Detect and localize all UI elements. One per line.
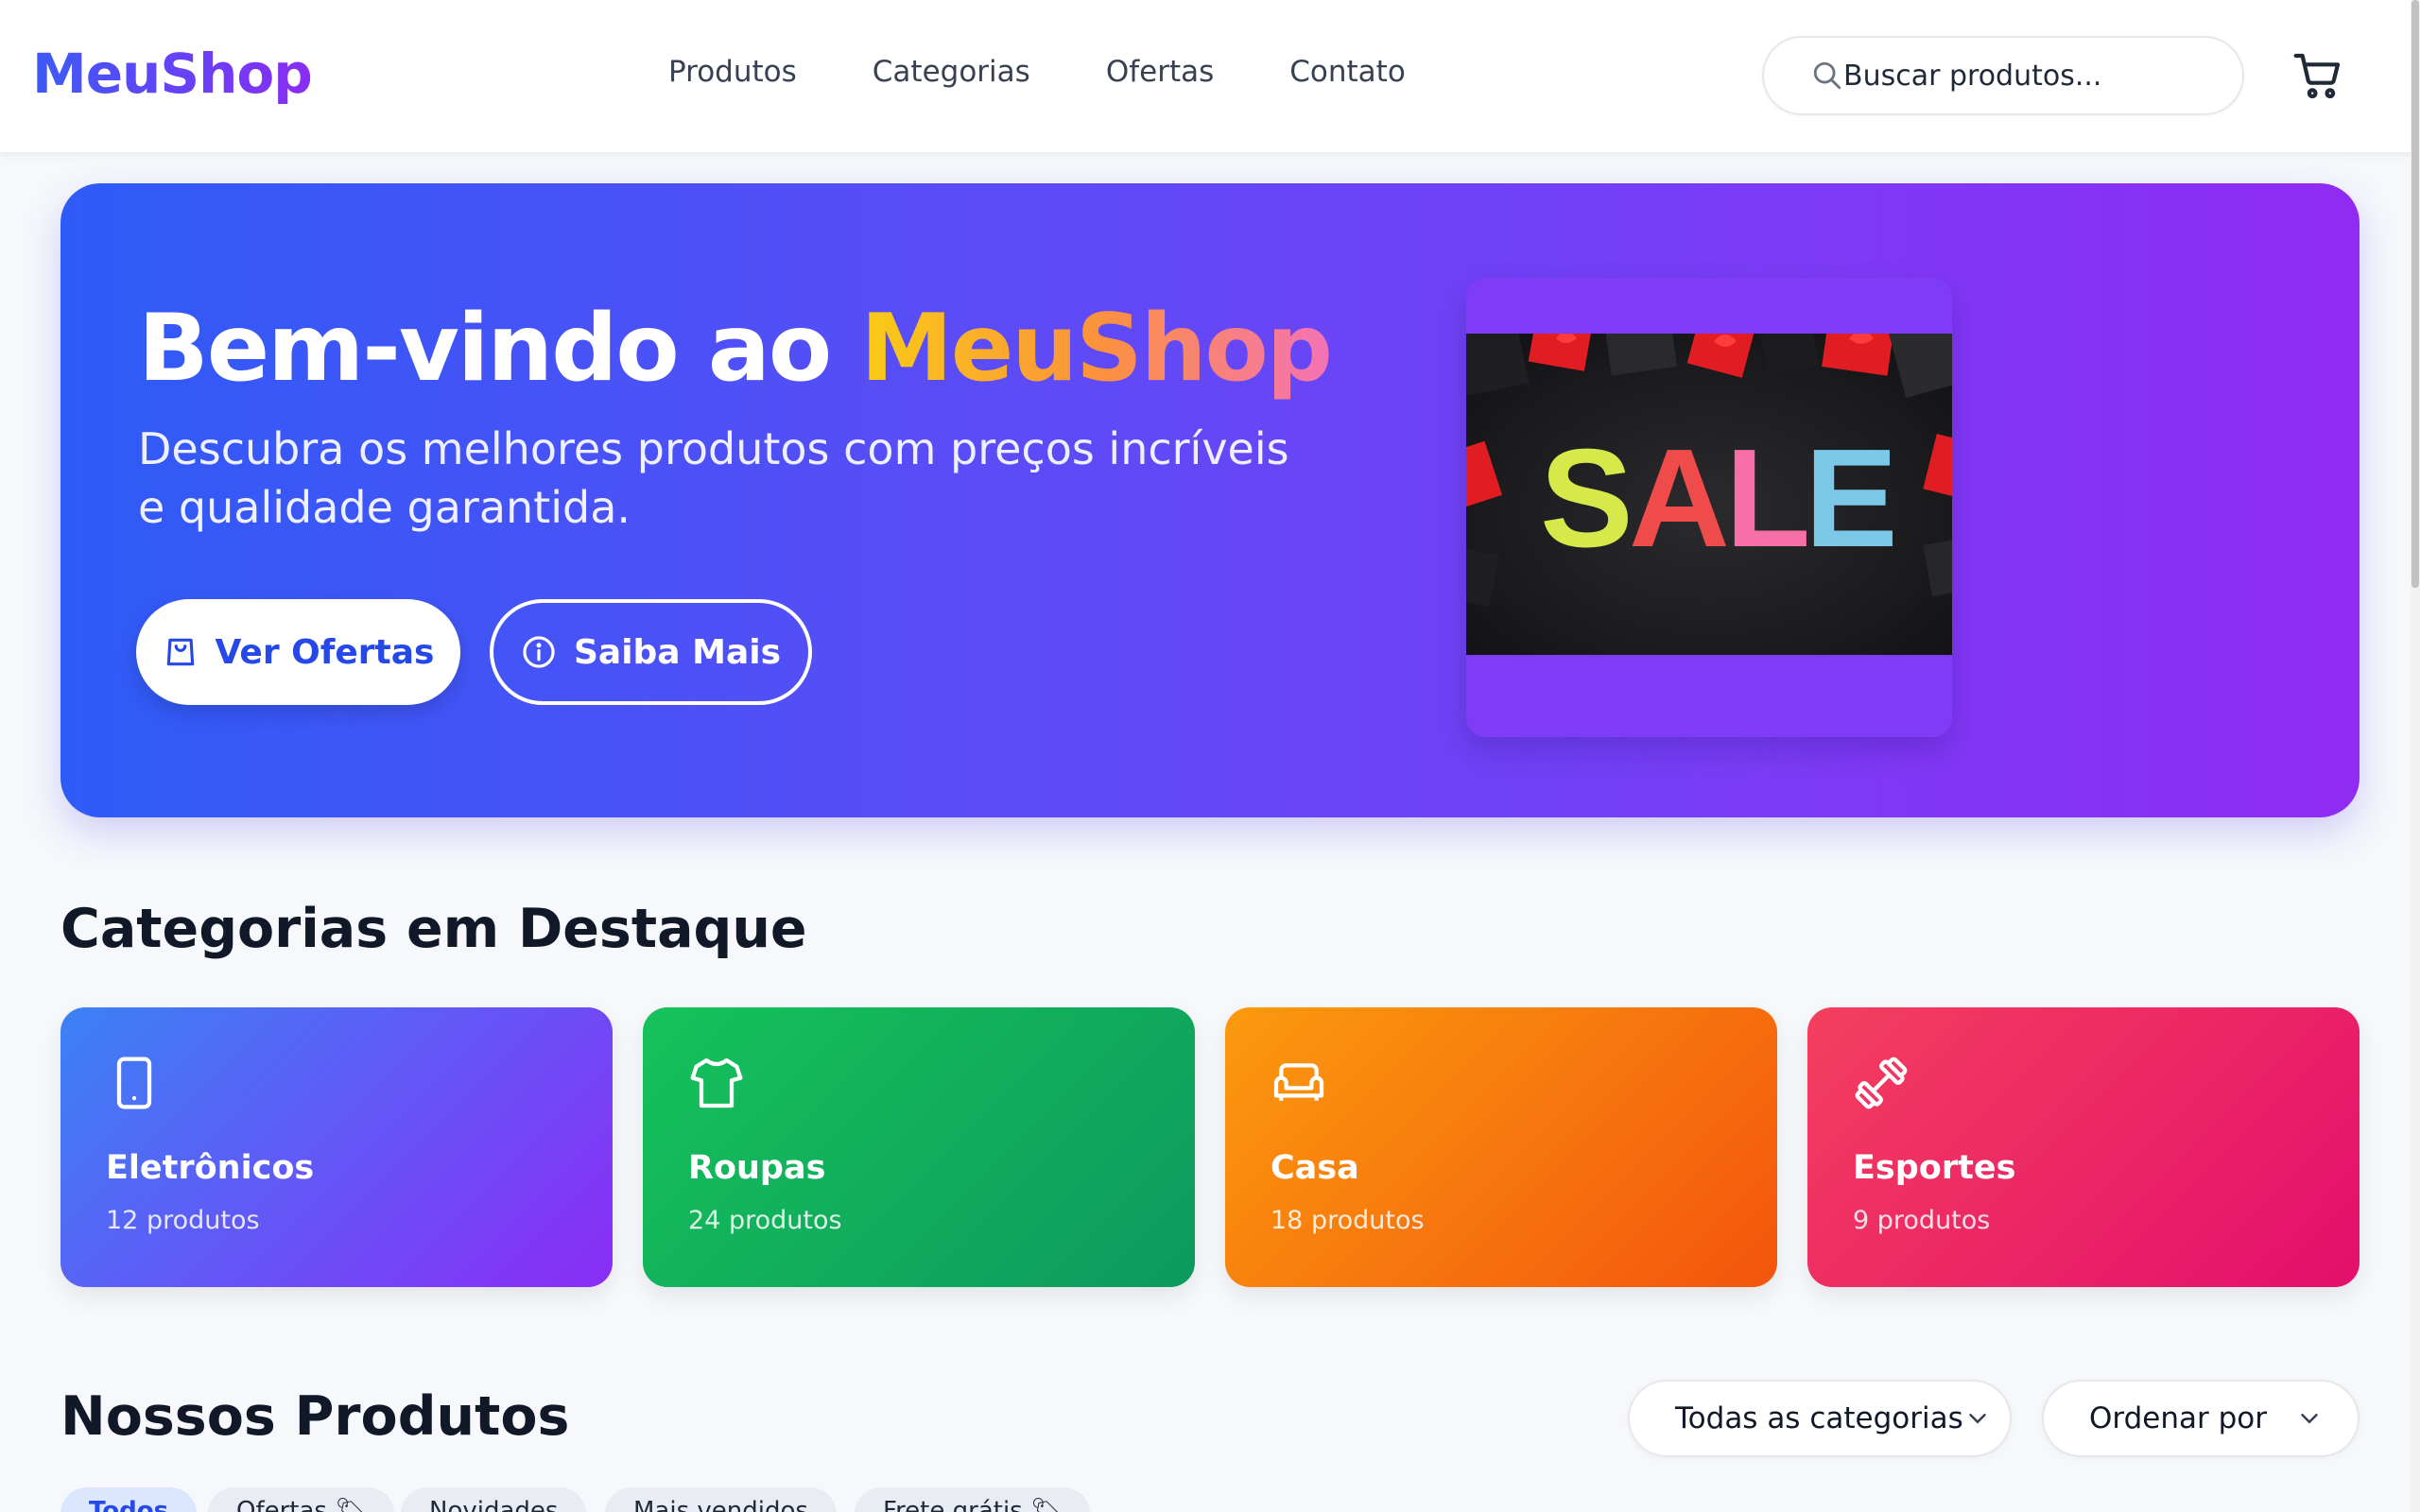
ver-ofertas-label: Ver Ofertas <box>215 632 435 672</box>
nav-contato[interactable]: Contato <box>1289 55 1406 89</box>
info-icon <box>523 636 555 668</box>
saiba-mais-label: Saiba Mais <box>573 632 782 672</box>
sofa-icon <box>1273 1063 1324 1101</box>
category-count: 24 produtos <box>688 1206 842 1235</box>
hero-subtitle: Descubra os melhores produtos com preços… <box>138 423 1289 533</box>
category-select-value: Todas as categorias <box>1675 1401 1963 1435</box>
shirt-icon <box>690 1057 743 1108</box>
chevron-down-icon <box>1968 1414 1986 1424</box>
dumbbell-icon <box>1855 1057 1908 1109</box>
svg-text:L: L <box>1725 421 1810 576</box>
site-header: MeuShop Produtos Categorias Ofertas Cont… <box>0 0 2420 152</box>
nav-ofertas[interactable]: Ofertas <box>1106 55 1214 89</box>
category-card-roupas[interactable]: Roupas 24 produtos <box>643 1007 1195 1287</box>
svg-text:E: E <box>1805 421 1898 576</box>
category-name: Casa <box>1270 1149 1359 1187</box>
category-name: Eletrônicos <box>106 1149 315 1187</box>
category-count: 9 produtos <box>1853 1206 1991 1235</box>
category-count: 18 produtos <box>1270 1206 1425 1235</box>
svg-text:A: A <box>1629 421 1730 576</box>
category-select[interactable]: Todas as categorias <box>1628 1380 2012 1457</box>
saiba-mais-button[interactable]: Saiba Mais <box>490 599 812 705</box>
hero-image-card: S A L E <box>1466 278 1952 737</box>
category-card-esportes[interactable]: Esportes 9 produtos <box>1807 1007 2360 1287</box>
chevron-down-icon <box>2301 1414 2318 1424</box>
ver-ofertas-button[interactable]: Ver Ofertas <box>136 599 460 705</box>
search-box <box>1762 36 2244 115</box>
sort-select-value: Ordenar por <box>2089 1401 2267 1435</box>
search-input[interactable] <box>1843 59 2221 93</box>
logo[interactable]: MeuShop <box>32 42 313 106</box>
main-nav: Produtos Categorias Ofertas Contato <box>668 55 1406 89</box>
scrollbar-thumb[interactable] <box>2411 0 2419 588</box>
filter-chip-frete-gratis[interactable]: Frete grátis 🏷 <box>855 1487 1090 1512</box>
category-name: Esportes <box>1853 1149 2016 1187</box>
filter-chip-mais-vendidos[interactable]: Mais vendidos <box>605 1487 837 1512</box>
category-card-eletronicos[interactable]: Eletrônicos 12 produtos <box>60 1007 613 1287</box>
smartphone-icon <box>116 1057 152 1109</box>
shopping-bag-icon <box>166 638 194 666</box>
svg-text:S: S <box>1540 421 1634 576</box>
categories-title: Categorias em Destaque <box>60 898 807 960</box>
hero-title: Bem-vindo ao MeuShop <box>138 295 1333 403</box>
sort-select[interactable]: Ordenar por <box>2042 1380 2360 1457</box>
hero-title-prefix: Bem-vindo ao <box>138 295 861 403</box>
category-count: 12 produtos <box>106 1206 260 1235</box>
sale-image: S A L E <box>1466 334 1952 655</box>
hero-title-brand: MeuShop <box>860 295 1333 403</box>
nav-produtos[interactable]: Produtos <box>668 55 797 89</box>
nav-categorias[interactable]: Categorias <box>873 55 1030 89</box>
category-card-casa[interactable]: Casa 18 produtos <box>1225 1007 1777 1287</box>
search-icon <box>1813 61 1841 90</box>
products-title: Nossos Produtos <box>60 1385 570 1448</box>
category-name: Roupas <box>688 1149 826 1187</box>
filter-chip-todos[interactable]: Todos <box>60 1487 198 1512</box>
filter-chip-novidades[interactable]: Novidades <box>401 1487 587 1512</box>
filter-chip-ofertas[interactable]: Ofertas 🏷 <box>208 1487 395 1512</box>
hero-banner: Bem-vindo ao MeuShop Descubra os melhore… <box>60 183 2360 817</box>
cart-icon[interactable] <box>2291 49 2344 102</box>
